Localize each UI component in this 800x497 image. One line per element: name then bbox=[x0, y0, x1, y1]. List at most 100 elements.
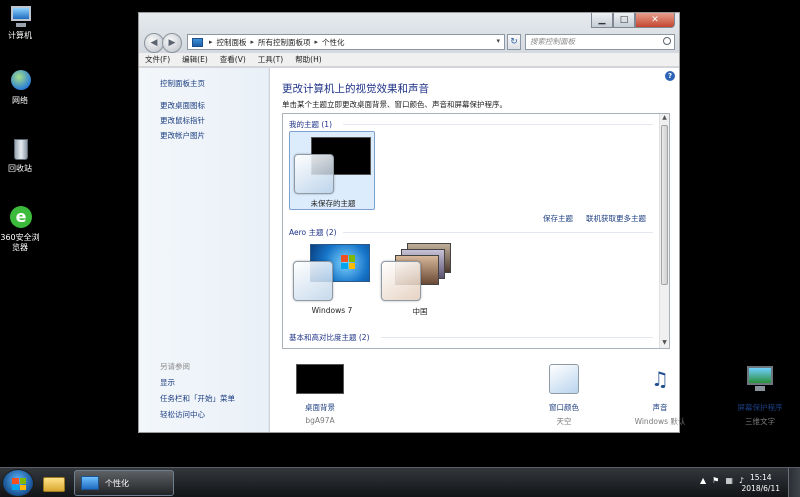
sounds-button[interactable]: ♫ 声音 Windows 默认 bbox=[625, 364, 695, 427]
theme-unsaved[interactable]: 未保存的主题 bbox=[289, 131, 375, 210]
menu-tools[interactable]: 工具(T) bbox=[258, 54, 283, 65]
close-button[interactable]: ✕ bbox=[635, 13, 675, 28]
control-panel-icon bbox=[81, 476, 99, 490]
explorer-folder-icon[interactable] bbox=[40, 471, 68, 495]
help-icon[interactable]: ? bbox=[665, 71, 675, 81]
theme-color-swatch bbox=[293, 261, 333, 301]
refresh-icon: ↻ bbox=[510, 37, 518, 47]
monitor-icon bbox=[744, 364, 776, 394]
forward-button[interactable]: ▶ bbox=[162, 33, 182, 53]
page-subtitle: 单击某个主题立即更改桌面背景、窗口颜色、声音和屏幕保护程序。 bbox=[282, 100, 507, 109]
desktop-icon-360-browser[interactable]: e 360安全浏览器 bbox=[0, 205, 40, 253]
network-icon bbox=[7, 68, 33, 94]
taskbar-start-menu-link[interactable]: 任务栏和「开始」菜单 bbox=[160, 393, 235, 404]
personalization-window: ▁ □ ✕ ◀ ▶ ▸ 控制面板 ▸ 所有控制面板项 ▸ 个性化 ▾ ↻ 搜索控… bbox=[138, 12, 783, 433]
desktop-icon-computer[interactable]: 计算机 bbox=[0, 3, 40, 41]
group-divider bbox=[343, 232, 653, 233]
theme-list-scrollbar[interactable]: ▲ ▼ bbox=[659, 114, 669, 348]
breadcrumb-control-panel[interactable]: 控制面板 bbox=[217, 37, 247, 48]
ease-of-access-link[interactable]: 轻松访问中心 bbox=[160, 409, 205, 420]
desktop-background-value: bgA97A bbox=[305, 416, 335, 425]
display-link[interactable]: 显示 bbox=[160, 377, 175, 388]
group-basic-themes: 基本和高对比度主题 (2) bbox=[289, 333, 370, 342]
main-content-pane: ? 更改计算机上的视觉效果和声音 单击某个主题立即更改桌面背景、窗口颜色、声音和… bbox=[270, 68, 783, 432]
theme-name: 未保存的主题 bbox=[310, 199, 356, 208]
desktop-icon-label: 360安全浏览器 bbox=[0, 233, 40, 252]
tray-chevron-up-icon[interactable]: ▲ bbox=[700, 476, 706, 485]
window-color-label: 窗口颜色 bbox=[549, 403, 579, 412]
theme-china[interactable]: 中国 bbox=[377, 239, 463, 319]
search-placeholder: 搜索控制面板 bbox=[530, 37, 575, 46]
desktop-icon-recycle-bin[interactable]: 回收站 bbox=[0, 136, 40, 174]
computer-icon bbox=[7, 3, 33, 29]
theme-windows7[interactable]: Windows 7 bbox=[289, 239, 375, 319]
group-divider bbox=[381, 337, 653, 338]
desktop-background-preview bbox=[296, 364, 344, 394]
menu-help[interactable]: 帮助(H) bbox=[295, 54, 322, 65]
breadcrumb-separator-icon: ▸ bbox=[209, 38, 213, 46]
search-icon bbox=[663, 37, 671, 45]
address-bar[interactable]: ▸ 控制面板 ▸ 所有控制面板项 ▸ 个性化 ▾ bbox=[187, 34, 505, 50]
theme-name: 中国 bbox=[412, 307, 428, 316]
windows-logo-icon bbox=[341, 255, 355, 269]
desktop-icon-network[interactable]: 网络 bbox=[0, 68, 40, 106]
desktop-icon-label: 网络 bbox=[12, 96, 28, 105]
sounds-value: Windows 默认 bbox=[634, 417, 686, 426]
browser-e-icon: e bbox=[7, 205, 33, 231]
theme-color-swatch bbox=[381, 261, 421, 301]
clock[interactable]: 15:14 2018/6/11 bbox=[742, 472, 780, 494]
system-tray: ▲ ⚑ ▦ ♪ bbox=[700, 476, 744, 485]
back-button[interactable]: ◀ bbox=[144, 33, 164, 53]
left-navigation-pane: 控制面板主页 更改桌面图标 更改鼠标指针 更改帐户图片 另请参阅 显示 任务栏和… bbox=[139, 68, 269, 432]
window-color-swatch bbox=[549, 364, 579, 394]
flag-icon[interactable]: ⚑ bbox=[712, 476, 719, 485]
network-tray-icon[interactable]: ▦ bbox=[725, 476, 733, 485]
minimize-button[interactable]: ▁ bbox=[591, 13, 613, 28]
show-desktop-button[interactable] bbox=[788, 468, 800, 497]
save-theme-link[interactable]: 保存主题 bbox=[543, 213, 573, 224]
scroll-up-icon[interactable]: ▲ bbox=[660, 114, 669, 123]
desktop-background-button[interactable]: 桌面背景 bgA97A bbox=[290, 364, 350, 425]
maximize-button[interactable]: □ bbox=[613, 13, 635, 28]
music-notes-icon: ♫ bbox=[651, 367, 669, 391]
theme-list: 我的主题 (1) 未保存的主题 保存主题 联机获取更多主题 Aero 主题 (2… bbox=[282, 113, 670, 349]
get-more-themes-link[interactable]: 联机获取更多主题 bbox=[586, 213, 646, 224]
screen-saver-value: 三维文字 bbox=[745, 417, 775, 426]
window-color-button[interactable]: 窗口颜色 天空 bbox=[534, 364, 594, 427]
window-controls: ▁ □ ✕ bbox=[591, 13, 675, 28]
menu-view[interactable]: 查看(V) bbox=[220, 54, 246, 65]
breadcrumb-separator-icon: ▸ bbox=[250, 38, 255, 46]
menu-bar: 文件(F) 编辑(E) 查看(V) 工具(T) 帮助(H) bbox=[139, 53, 679, 67]
taskbar: 个性化 ▲ ⚑ ▦ ♪ 15:14 2018/6/11 bbox=[0, 467, 800, 497]
see-also-heading: 另请参阅 bbox=[160, 362, 190, 371]
recycle-bin-icon bbox=[7, 136, 33, 162]
breadcrumb-all-items[interactable]: 所有控制面板项 bbox=[258, 37, 311, 48]
desktop-icon-label: 回收站 bbox=[8, 164, 32, 173]
taskbar-item-personalization[interactable]: 个性化 bbox=[74, 470, 174, 496]
theme-name: Windows 7 bbox=[311, 306, 353, 315]
menu-edit[interactable]: 编辑(E) bbox=[182, 54, 208, 65]
refresh-button[interactable]: ↻ bbox=[507, 34, 521, 50]
breadcrumb-personalization[interactable]: 个性化 bbox=[322, 37, 345, 48]
group-divider bbox=[343, 124, 653, 125]
menu-file[interactable]: 文件(F) bbox=[145, 54, 170, 65]
scrollbar-thumb[interactable] bbox=[661, 125, 668, 285]
sounds-label: 声音 bbox=[652, 403, 668, 412]
start-button[interactable] bbox=[2, 469, 34, 497]
clock-time: 15:14 bbox=[749, 473, 772, 482]
group-my-themes: 我的主题 (1) bbox=[289, 120, 333, 129]
chevron-down-icon[interactable]: ▾ bbox=[496, 37, 500, 45]
screen-saver-button[interactable]: 屏幕保护程序 三维文字 bbox=[720, 364, 800, 427]
clock-date: 2018/6/11 bbox=[741, 484, 780, 493]
change-account-picture-link[interactable]: 更改帐户图片 bbox=[160, 130, 205, 141]
desktop-background-label: 桌面背景 bbox=[305, 403, 335, 412]
title-bar: ▁ □ ✕ ◀ ▶ ▸ 控制面板 ▸ 所有控制面板项 ▸ 个性化 ▾ ↻ 搜索控… bbox=[139, 13, 679, 53]
control-panel-icon bbox=[192, 37, 203, 47]
page-title: 更改计算机上的视觉效果和声音 bbox=[282, 83, 429, 95]
control-panel-home-link[interactable]: 控制面板主页 bbox=[160, 78, 205, 89]
scroll-down-icon[interactable]: ▼ bbox=[660, 339, 669, 348]
back-arrow-icon: ◀ bbox=[150, 38, 158, 48]
change-desktop-icons-link[interactable]: 更改桌面图标 bbox=[160, 100, 205, 111]
change-mouse-pointer-link[interactable]: 更改鼠标指针 bbox=[160, 115, 205, 126]
search-input[interactable]: 搜索控制面板 bbox=[525, 34, 675, 50]
